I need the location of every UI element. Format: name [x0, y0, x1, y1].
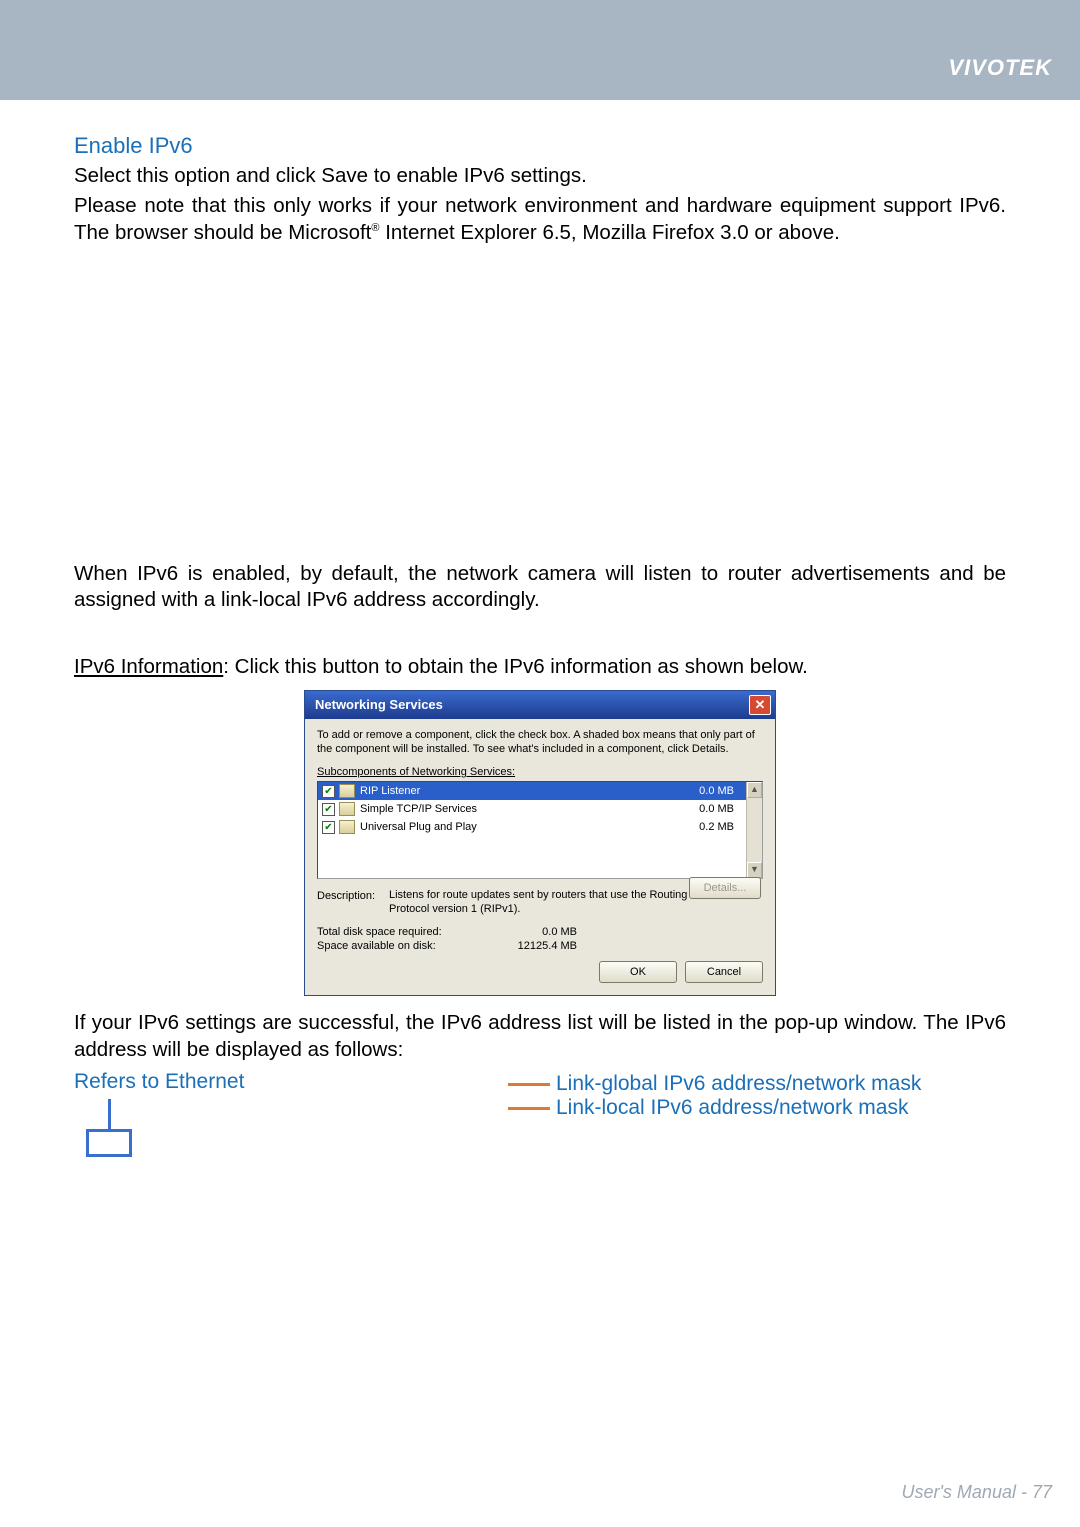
- details-button[interactable]: Details...: [689, 877, 761, 899]
- networking-services-dialog: Networking Services ✕ To add or remove a…: [304, 690, 776, 996]
- registered-mark: ®: [371, 222, 379, 234]
- stat-available-value: 12125.4 MB: [487, 939, 577, 953]
- list-item-label: Universal Plug and Play: [360, 820, 678, 834]
- scrollbar[interactable]: ▲ ▼: [746, 782, 762, 878]
- callout-line-icon: [508, 1107, 550, 1110]
- stat-required-label: Total disk space required:: [317, 925, 487, 939]
- heading-enable-ipv6: Enable IPv6: [74, 132, 1006, 161]
- list-item-size: 0.0 MB: [678, 802, 738, 816]
- link-local-label: Link-local IPv6 address/network mask: [556, 1096, 908, 1120]
- dialog-title: Networking Services: [315, 697, 443, 714]
- checkbox-icon[interactable]: ✔: [322, 785, 335, 798]
- list-item-label: RIP Listener: [360, 784, 678, 798]
- callout-line-icon: [508, 1083, 550, 1086]
- header-band: VIVOTEK: [0, 0, 1080, 100]
- paragraph-2: Please note that this only works if your…: [74, 193, 1006, 246]
- dialog-instructions: To add or remove a component, click the …: [317, 729, 763, 757]
- checkbox-icon[interactable]: ✔: [322, 803, 335, 816]
- paragraph-5: If your IPv6 settings are successful, th…: [74, 1010, 1006, 1063]
- close-icon[interactable]: ✕: [749, 695, 771, 715]
- list-item[interactable]: ✔ RIP Listener 0.0 MB: [318, 782, 762, 800]
- cancel-button[interactable]: Cancel: [685, 961, 763, 983]
- link-global-callout: Link-global IPv6 address/network mask: [508, 1072, 1008, 1096]
- components-listbox[interactable]: ✔ RIP Listener 0.0 MB ✔ Simple TCP/IP Se…: [317, 781, 763, 879]
- ok-button[interactable]: OK: [599, 961, 677, 983]
- checkbox-icon[interactable]: ✔: [322, 821, 335, 834]
- page-footer: User's Manual - 77: [901, 1482, 1052, 1503]
- dialog-list-caption: Subcomponents of Networking Services:: [317, 765, 763, 779]
- stat-available-label: Space available on disk:: [317, 939, 487, 953]
- scroll-up-icon[interactable]: ▲: [747, 782, 762, 798]
- link-local-callout: Link-local IPv6 address/network mask: [508, 1096, 1008, 1120]
- list-item[interactable]: ✔ Simple TCP/IP Services 0.0 MB: [318, 800, 762, 818]
- paragraph-3: When IPv6 is enabled, by default, the ne…: [74, 561, 1006, 614]
- description-label: Description:: [317, 889, 389, 917]
- list-item-label: Simple TCP/IP Services: [360, 802, 678, 816]
- paragraph-1: Select this option and click Save to ena…: [74, 163, 1006, 190]
- page-number: 77: [1032, 1482, 1052, 1502]
- diagram-connector-line: [108, 1099, 111, 1129]
- diagram-box-icon: [86, 1129, 132, 1157]
- scroll-down-icon[interactable]: ▼: [747, 862, 762, 878]
- component-icon: [339, 820, 355, 834]
- brand-text: VIVOTEK: [948, 55, 1052, 81]
- ipv6-info-label: IPv6 Information: [74, 655, 223, 678]
- stat-required-value: 0.0 MB: [487, 925, 577, 939]
- list-item[interactable]: ✔ Universal Plug and Play 0.2 MB: [318, 818, 762, 836]
- dialog-titlebar: Networking Services ✕: [305, 691, 775, 719]
- paragraph-4: IPv6 Information: Click this button to o…: [74, 654, 1006, 681]
- list-item-size: 0.2 MB: [678, 820, 738, 834]
- component-icon: [339, 802, 355, 816]
- link-global-label: Link-global IPv6 address/network mask: [556, 1072, 921, 1096]
- list-item-size: 0.0 MB: [678, 784, 738, 798]
- component-icon: [339, 784, 355, 798]
